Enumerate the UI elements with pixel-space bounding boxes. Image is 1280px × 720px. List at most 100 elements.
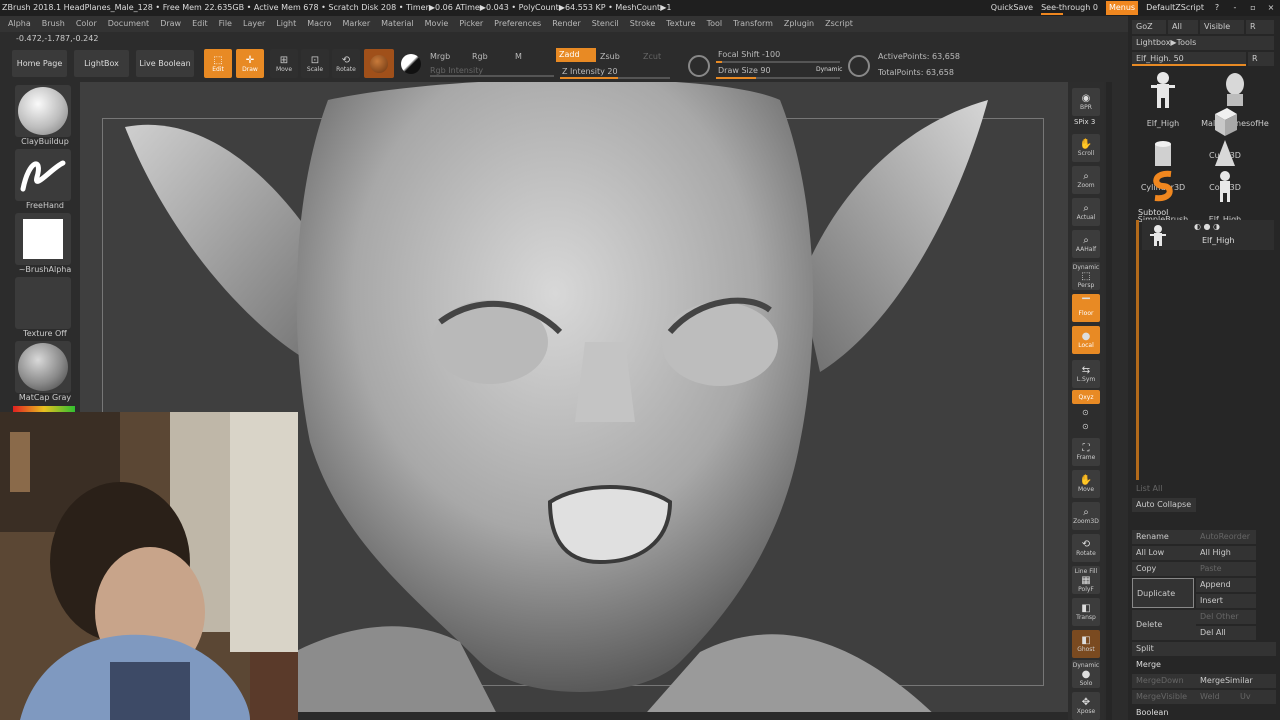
r-button[interactable]: R bbox=[1246, 20, 1274, 34]
rgb-intensity-slider[interactable]: Rgb Intensity bbox=[430, 66, 483, 75]
xpose-button[interactable]: ✥ Xpose bbox=[1072, 692, 1100, 720]
subtool-header[interactable]: Subtool bbox=[1134, 206, 1168, 220]
zcut-button[interactable]: Zcut bbox=[643, 52, 661, 61]
elf-high-track[interactable] bbox=[1132, 64, 1246, 66]
visible-button[interactable]: Visible bbox=[1200, 20, 1244, 34]
menu-tool[interactable]: Tool bbox=[707, 16, 723, 32]
list-all-button[interactable]: List All bbox=[1132, 482, 1192, 496]
menu-stroke[interactable]: Stroke bbox=[630, 16, 656, 32]
rotate-button[interactable]: ⟲ Rotate bbox=[332, 49, 360, 78]
live-boolean-button[interactable]: Live Boolean bbox=[136, 50, 194, 77]
delete-button[interactable]: Delete bbox=[1132, 610, 1196, 640]
lightbox-button[interactable]: LightBox bbox=[74, 50, 129, 77]
paste-button[interactable]: Paste bbox=[1196, 562, 1256, 576]
focal-shift-icon[interactable] bbox=[688, 55, 710, 77]
menu-alpha[interactable]: Alpha bbox=[8, 16, 31, 32]
menu-marker[interactable]: Marker bbox=[342, 16, 370, 32]
menu-texture[interactable]: Texture bbox=[666, 16, 695, 32]
rgb-button[interactable]: Rgb bbox=[472, 52, 488, 61]
menu-transform[interactable]: Transform bbox=[733, 16, 773, 32]
material-thumbnail[interactable] bbox=[15, 341, 71, 393]
polyf-button[interactable]: Line Fill ▦ PolyF bbox=[1072, 566, 1100, 594]
menus-button[interactable]: Menus bbox=[1105, 1, 1139, 15]
menu-layer[interactable]: Layer bbox=[243, 16, 265, 32]
menu-movie[interactable]: Movie bbox=[425, 16, 449, 32]
spix-slider[interactable]: SPix 3 bbox=[1074, 118, 1095, 126]
alpha-thumbnail[interactable] bbox=[15, 213, 71, 265]
scroll-button[interactable]: ✋ Scroll bbox=[1072, 134, 1100, 162]
menu-draw[interactable]: Draw bbox=[160, 16, 181, 32]
local-button[interactable]: ● Local bbox=[1072, 326, 1100, 354]
menu-brush[interactable]: Brush bbox=[42, 16, 65, 32]
duplicate-button[interactable]: Duplicate bbox=[1132, 578, 1194, 608]
focal-shift-track[interactable] bbox=[716, 61, 840, 63]
actual-button[interactable]: ⌕ Actual bbox=[1072, 198, 1100, 226]
lsym-button[interactable]: ⇆ L.Sym bbox=[1072, 360, 1100, 388]
draw-button[interactable]: ✛ Draw bbox=[236, 49, 264, 78]
z-intensity-slider[interactable]: Z Intensity 20 bbox=[562, 67, 618, 76]
zoom-button[interactable]: ⌕ Zoom bbox=[1072, 166, 1100, 194]
home-page-button[interactable]: Home Page bbox=[12, 50, 67, 77]
bottom-scroll-bar[interactable] bbox=[298, 712, 1068, 720]
insert-button[interactable]: Insert bbox=[1196, 594, 1256, 608]
menu-file[interactable]: File bbox=[219, 16, 232, 32]
auto-collapse-button[interactable]: Auto Collapse bbox=[1132, 498, 1196, 512]
draw-size-slider[interactable]: Draw Size 90 bbox=[718, 66, 771, 75]
del-other-button[interactable]: Del Other bbox=[1196, 610, 1256, 624]
merge-header[interactable]: Merge bbox=[1132, 658, 1276, 672]
menu-picker[interactable]: Picker bbox=[459, 16, 483, 32]
rotate-view-button[interactable]: ⟲ Rotate bbox=[1072, 534, 1100, 562]
menu-color[interactable]: Color bbox=[76, 16, 97, 32]
edit-button[interactable]: ⬚ Edit bbox=[204, 49, 232, 78]
stroke-thumbnail[interactable] bbox=[15, 149, 71, 201]
menu-stencil[interactable]: Stencil bbox=[592, 16, 619, 32]
draw-size-track[interactable] bbox=[716, 77, 840, 79]
zoom3d-button[interactable]: ⌕ Zoom3D bbox=[1072, 502, 1100, 530]
menu-light[interactable]: Light bbox=[276, 16, 296, 32]
menu-edit[interactable]: Edit bbox=[192, 16, 208, 32]
zsub-button[interactable]: Zsub bbox=[600, 52, 620, 61]
subtool-item[interactable]: Elf_High ◐ ● ◑ bbox=[1142, 220, 1274, 250]
close-icon[interactable]: × bbox=[1266, 0, 1276, 16]
menu-document[interactable]: Document bbox=[108, 16, 149, 32]
goz-button[interactable]: GoZ bbox=[1132, 20, 1166, 34]
texture-thumbnail[interactable] bbox=[15, 277, 71, 329]
r2-button[interactable]: R bbox=[1248, 52, 1274, 66]
brush-thumbnail[interactable] bbox=[15, 85, 71, 137]
aahalf-button[interactable]: ⌕ AAHalf bbox=[1072, 230, 1100, 258]
tool-tile-elf-high-2[interactable]: Elf_High bbox=[1194, 164, 1256, 224]
material-swatch[interactable] bbox=[364, 49, 394, 78]
merge-visible-button[interactable]: MergeVisible bbox=[1132, 690, 1196, 704]
scale-button[interactable]: ⊡ Scale bbox=[301, 49, 329, 78]
all-high-button[interactable]: All High bbox=[1196, 546, 1256, 560]
menu-preferences[interactable]: Preferences bbox=[494, 16, 541, 32]
m-button[interactable]: M bbox=[515, 52, 522, 61]
floor-button[interactable]: ▔ Floor bbox=[1072, 294, 1100, 322]
frame-button[interactable]: ⛶ Frame bbox=[1072, 438, 1100, 466]
menu-material[interactable]: Material bbox=[381, 16, 414, 32]
zadd-button[interactable]: Zadd bbox=[556, 48, 596, 62]
move-button[interactable]: ⊞ Move bbox=[270, 49, 298, 78]
menu-render[interactable]: Render bbox=[552, 16, 580, 32]
restore-icon[interactable]: ▫ bbox=[1248, 0, 1258, 16]
menu-zplugin[interactable]: Zplugin bbox=[784, 16, 814, 32]
menu-zscript[interactable]: Zscript bbox=[825, 16, 853, 32]
minimize-icon[interactable]: ‐ bbox=[1230, 0, 1240, 16]
all-button[interactable]: All bbox=[1168, 20, 1198, 34]
xyz-button[interactable]: Qxyz bbox=[1072, 390, 1100, 404]
tool-tile-elf-high[interactable]: Elf_High bbox=[1132, 68, 1194, 128]
move-view-button[interactable]: ✋ Move bbox=[1072, 470, 1100, 498]
persp-button[interactable]: Dynamic ⬚ Persp bbox=[1072, 262, 1100, 290]
merge-down-button[interactable]: MergeDown bbox=[1132, 674, 1196, 688]
quicksave-button[interactable]: QuickSave bbox=[991, 0, 1033, 16]
gyro-icon-1[interactable]: ⊙ bbox=[1082, 408, 1089, 417]
weld-button[interactable]: Weld bbox=[1196, 690, 1236, 704]
gyro-icon-2[interactable]: ⊙ bbox=[1082, 422, 1089, 431]
copy-button[interactable]: Copy bbox=[1132, 562, 1196, 576]
split-button[interactable]: Split bbox=[1132, 642, 1276, 656]
lightbox-tools-button[interactable]: Lightbox▶Tools bbox=[1132, 36, 1274, 50]
append-button[interactable]: Append bbox=[1196, 578, 1256, 592]
subtool-visibility-icon[interactable]: ◐ ● ◑ bbox=[1194, 222, 1220, 231]
default-zscript-button[interactable]: DefaultZScript bbox=[1146, 0, 1204, 16]
bpr-button[interactable]: ◉ BPR bbox=[1072, 88, 1100, 116]
